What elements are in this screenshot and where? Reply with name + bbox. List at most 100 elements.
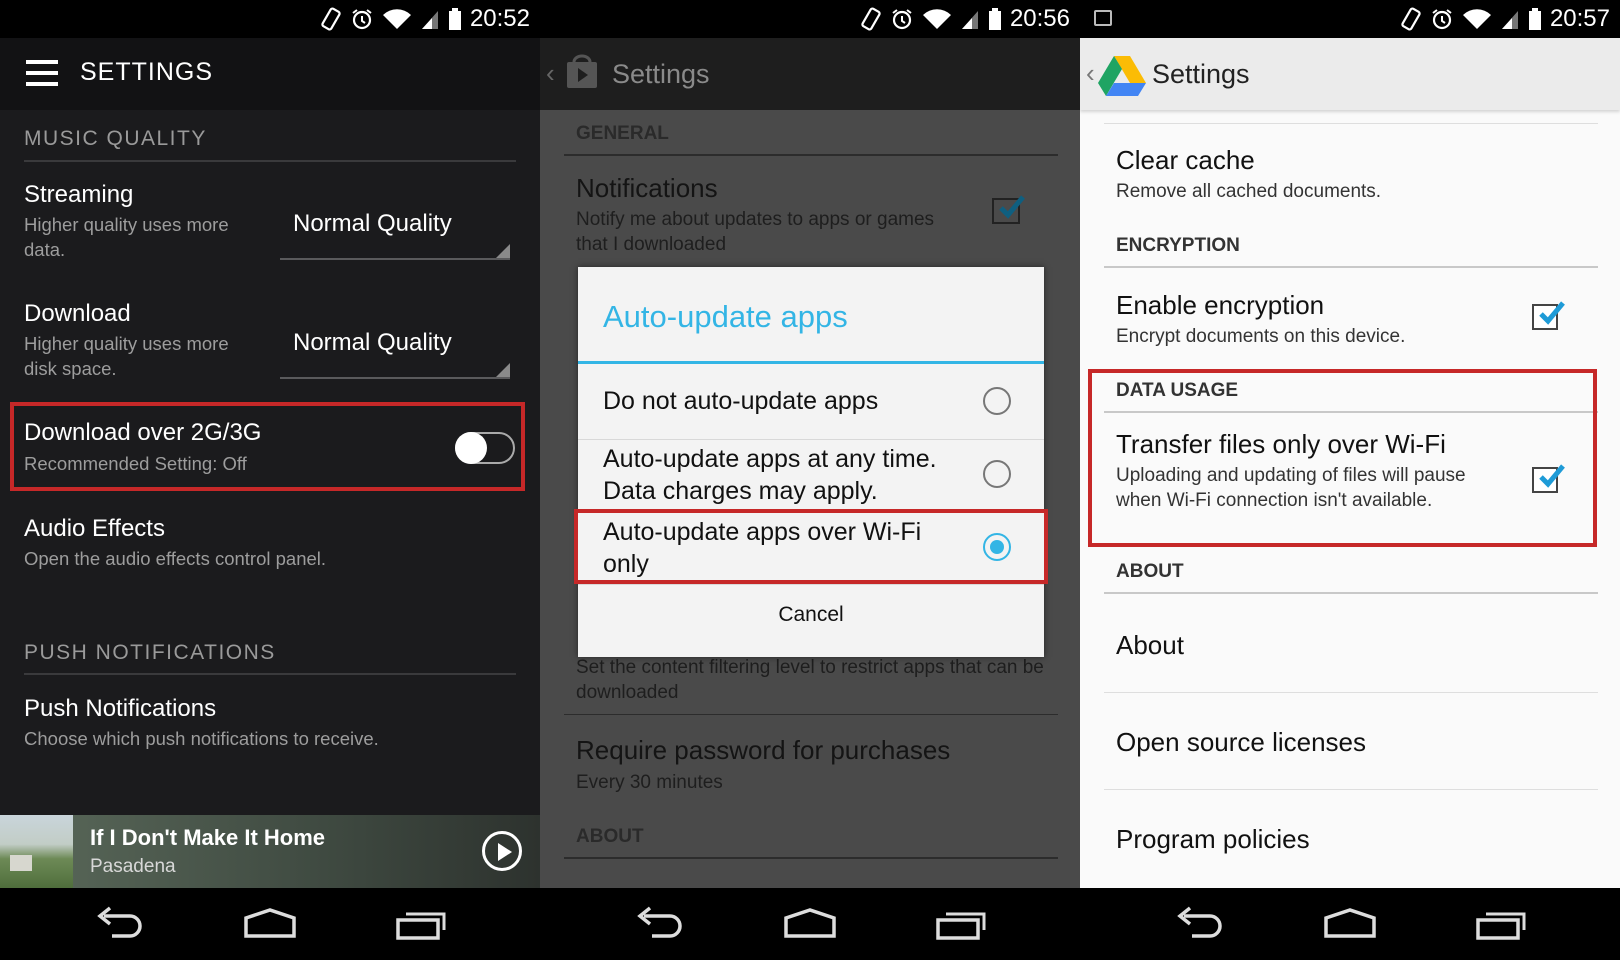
back-icon[interactable] [1166,902,1230,946]
play-store-settings-panel: 20:56 ‹ Settings GENERAL Notifications N… [540,0,1080,960]
play-button[interactable] [482,831,522,871]
dropdown-arrow-icon [496,363,510,377]
divider [564,857,1058,859]
app-bar: SETTINGS [0,38,540,110]
highlight-box [574,509,1048,584]
divider [1104,123,1598,124]
audio-effects-subtitle: Open the audio effects control panel. [24,548,327,569]
option-label: Do not auto-update apps [603,387,879,415]
cancel-button[interactable]: Cancel [578,603,1044,627]
download-quality-dropdown[interactable]: Normal Quality [280,323,510,379]
rotation-lock-icon [861,7,881,31]
battery-icon [988,8,1001,30]
divider [564,154,1058,156]
google-drive-icon[interactable] [1098,54,1146,96]
section-header-general: GENERAL [576,123,669,144]
download-quality-value: Normal Quality [293,329,452,356]
drive-settings-panel: 20:57 ‹ Settings Clear cache Remove all … [1080,0,1620,960]
app-bar: ‹ Settings [1080,38,1620,110]
streaming-title: Streaming [24,181,134,208]
recent-apps-icon[interactable] [1470,902,1534,946]
play-store-icon[interactable] [564,54,600,90]
about-item[interactable]: About [1116,630,1184,661]
divider [578,584,1044,585]
back-icon[interactable] [626,902,690,946]
streaming-quality-dropdown[interactable]: Normal Quality [280,204,510,260]
checkmark-icon [999,195,1025,219]
album-art [0,815,73,888]
divider [24,673,516,675]
page-title: Settings [1152,59,1250,89]
wifi-icon [382,9,411,29]
alarm-icon [892,9,912,30]
notifications-title: Notifications [576,173,718,203]
notifications-subtitle: Notify me about updates to apps or games… [576,209,935,255]
option-label: Auto-update apps at any time. Data charg… [603,445,937,505]
status-bar: 20:52 [0,0,540,38]
clear-cache-subtitle: Remove all cached documents. [1116,181,1382,202]
recent-apps-icon[interactable] [930,902,994,946]
up-caret-icon[interactable]: ‹ [546,58,555,89]
alarm-icon [1432,9,1452,30]
open-source-licenses-item[interactable]: Open source licenses [1116,727,1366,758]
encryption-subtitle: Encrypt documents on this device. [1116,326,1406,347]
recent-apps-icon[interactable] [390,902,454,946]
battery-icon [1528,8,1541,30]
notifications-checkbox[interactable] [992,195,1025,224]
play-icon [498,843,512,861]
section-header-encryption: ENCRYPTION [1116,235,1240,256]
status-bar: 20:56 [540,0,1080,38]
download-subtitle: Higher quality uses more disk space. [24,333,229,379]
section-header-about: ABOUT [1116,561,1184,582]
streaming-quality-value: Normal Quality [293,210,452,237]
content-filtering-subtitle: Set the content filtering level to restr… [576,657,1044,703]
back-icon[interactable] [86,902,150,946]
wifi-icon [922,9,951,29]
push-subtitle: Choose which push notifications to recei… [24,728,379,749]
menu-icon[interactable] [26,60,58,86]
download-title: Download [24,300,131,327]
track-title: If I Don't Make It Home [90,825,326,850]
encryption-checkbox[interactable] [1532,301,1565,330]
divider [24,160,516,162]
spotify-settings-panel: 20:52 SETTINGS MUSIC QUALITY Streaming H… [0,0,540,960]
signal-icon [421,11,438,29]
battery-icon [448,8,461,30]
status-time: 20:56 [1009,5,1070,32]
checkmark-icon [1539,301,1565,325]
home-icon[interactable] [238,902,302,946]
divider [1104,692,1598,693]
navigation-bar [540,888,1080,960]
dropdown-arrow-icon [496,244,510,258]
up-caret-icon[interactable]: ‹ [1086,58,1095,89]
password-title: Require password for purchases [576,735,951,765]
program-policies-item[interactable]: Program policies [1116,824,1310,855]
divider [1104,266,1598,268]
status-bar: 20:57 [1080,0,1620,38]
home-icon[interactable] [1318,902,1382,946]
password-subtitle: Every 30 minutes [576,772,723,793]
section-header-push: PUSH NOTIFICATIONS [24,641,276,664]
radio-button[interactable] [983,460,1011,488]
status-time: 20:52 [469,5,530,32]
now-playing-bar[interactable]: If I Don't Make It Home Pasadena [0,815,540,888]
divider [564,714,1058,715]
encryption-title: Enable encryption [1116,290,1325,320]
highlight-box [10,402,525,491]
app-bar: ‹ Settings [540,38,1080,110]
alarm-icon [352,9,372,30]
signal-icon [961,11,978,29]
section-header-music-quality: MUSIC QUALITY [24,127,207,150]
home-icon[interactable] [778,902,842,946]
image-notification-icon [1094,10,1112,26]
rotation-lock-icon [321,7,341,31]
push-title: Push Notifications [24,695,217,722]
audio-effects-title: Audio Effects [24,515,165,542]
section-header-about: ABOUT [576,826,644,847]
divider [578,439,1044,440]
wifi-icon [1462,9,1491,29]
radio-button[interactable] [983,387,1011,415]
dialog-title-divider [578,361,1044,364]
track-artist: Pasadena [90,856,176,877]
page-title: Settings [612,59,710,89]
